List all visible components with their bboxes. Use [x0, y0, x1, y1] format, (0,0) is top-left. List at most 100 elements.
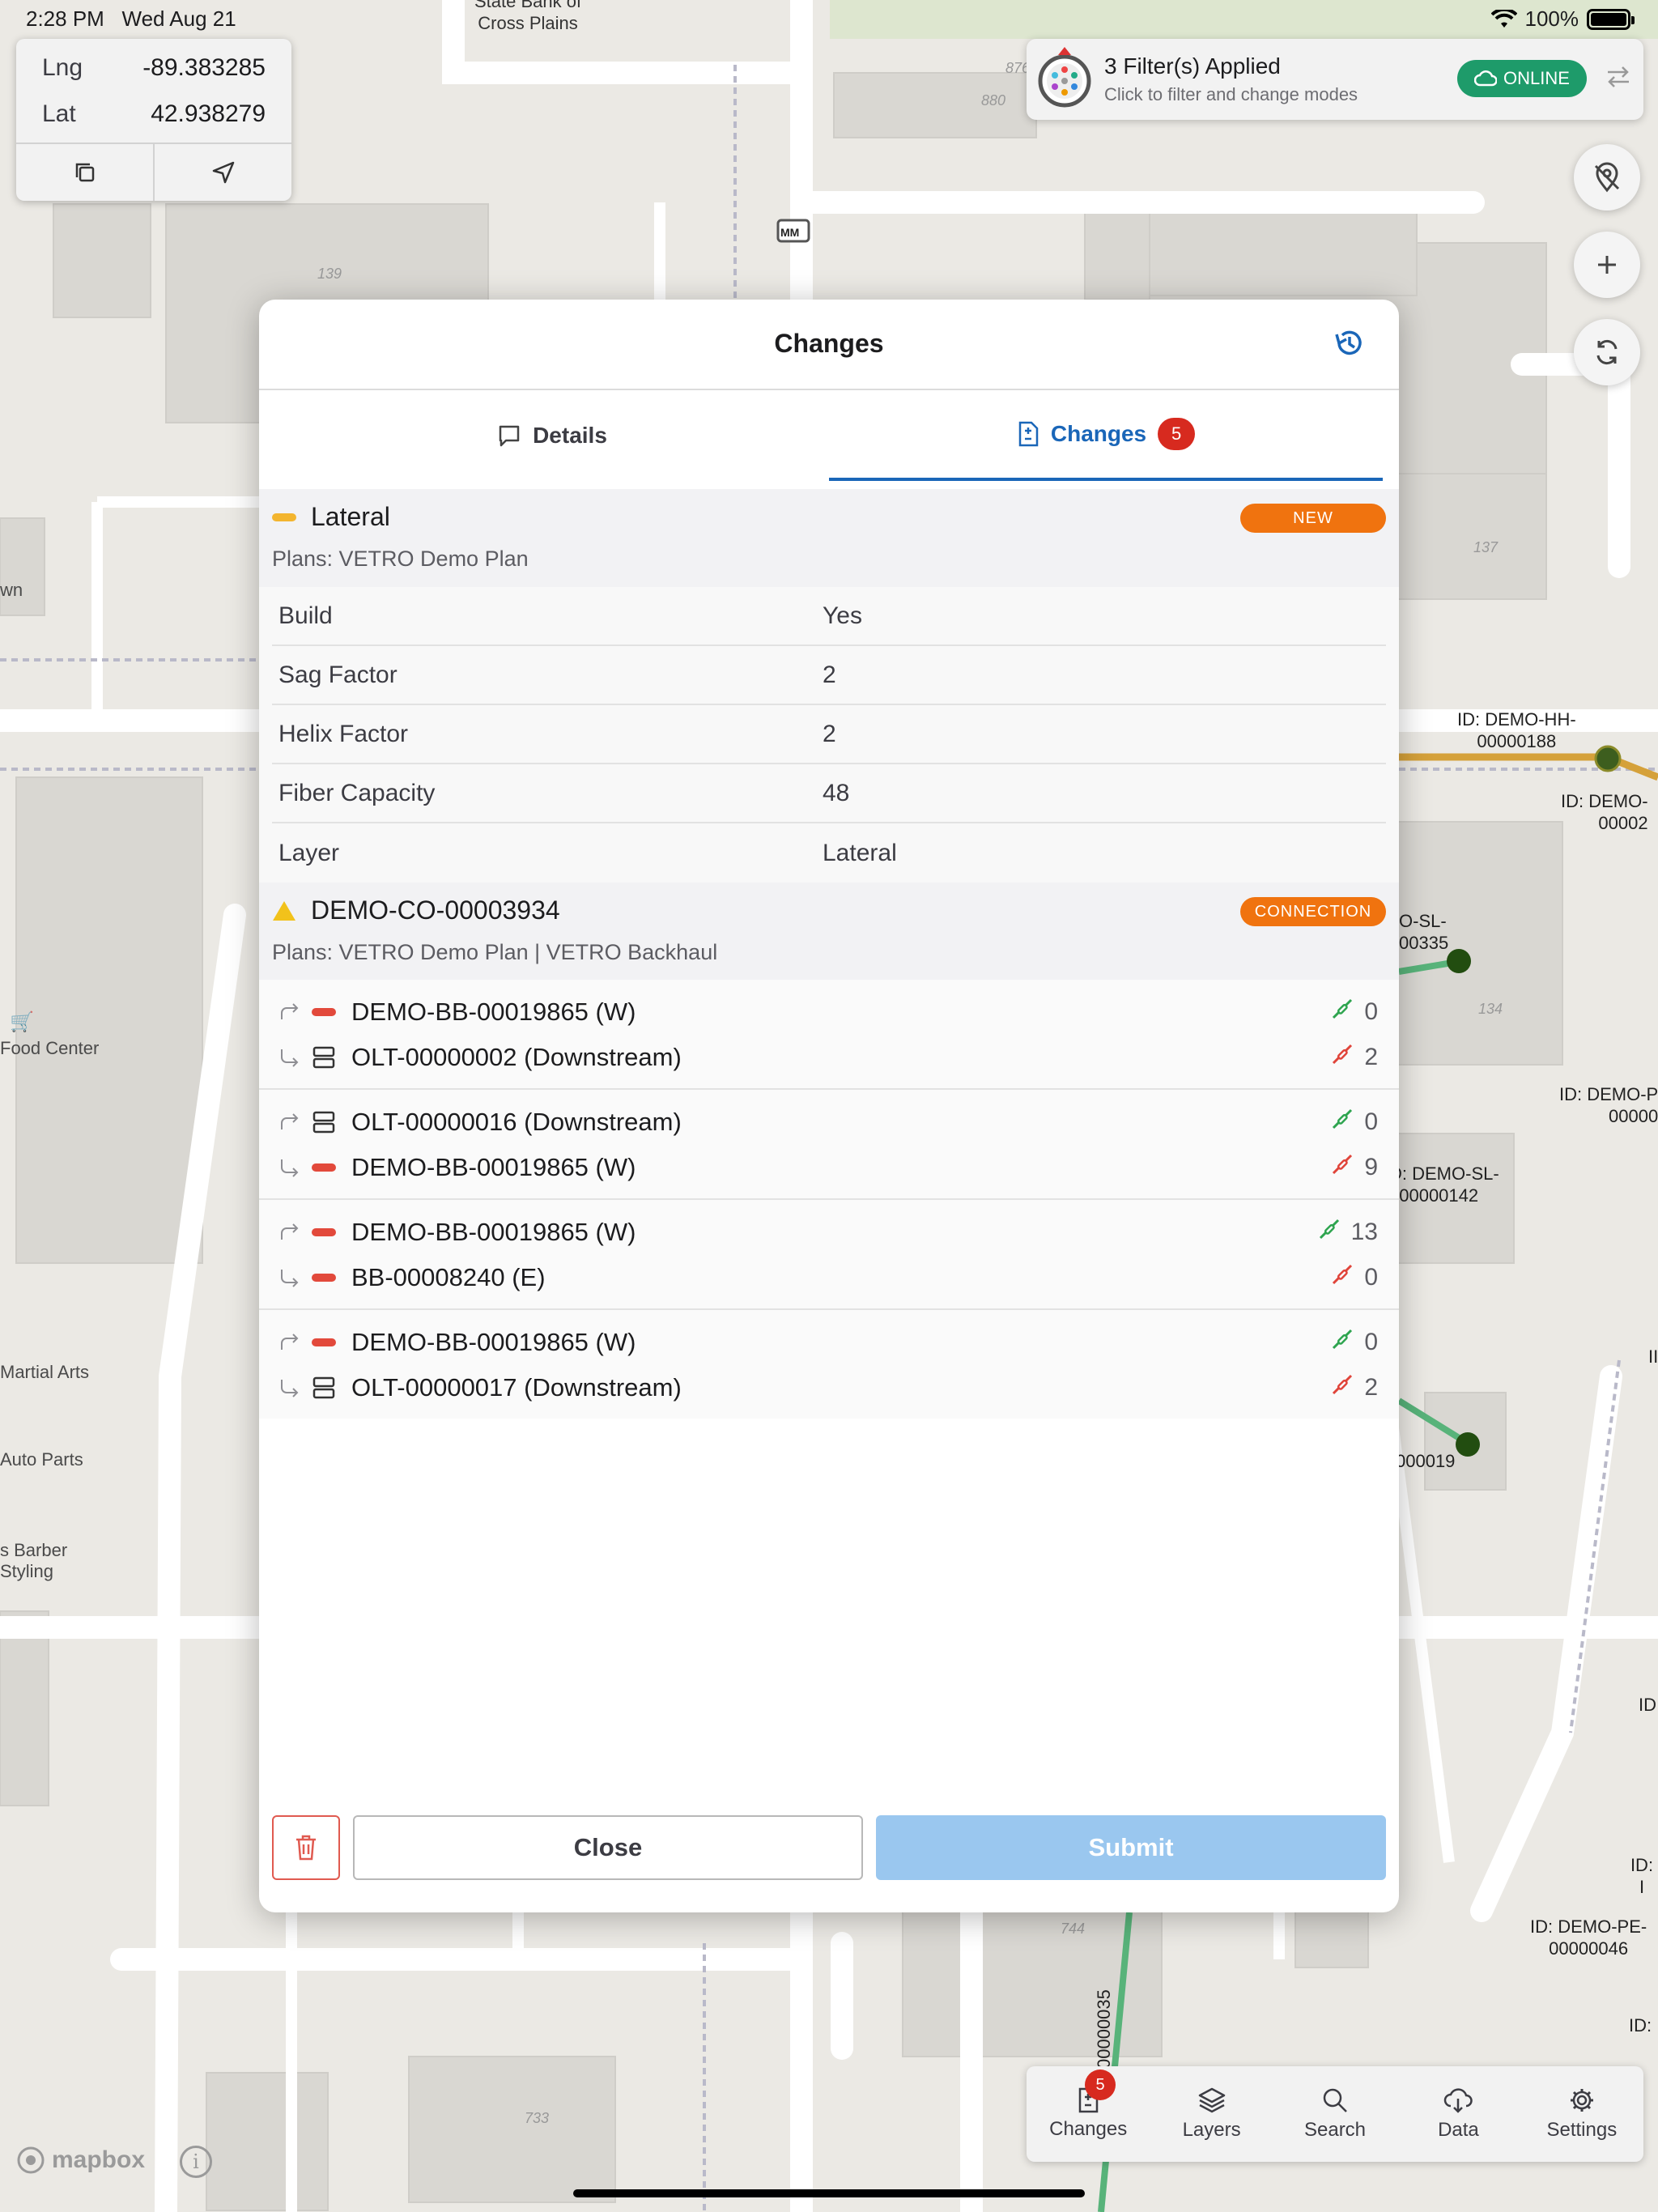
nav-changes[interactable]: Changes 5 — [1027, 2066, 1150, 2162]
mapbox-logo-icon — [17, 2146, 45, 2174]
change-item-lateral[interactable]: Lateral Plans: VETRO Demo Plan NEW — [259, 489, 1399, 587]
connection-tag: CONNECTION — [1240, 897, 1386, 926]
connection-to-row[interactable]: OLT-00000017 (Downstream) 2 — [272, 1365, 1386, 1410]
swap-mode-icon[interactable] — [1605, 63, 1632, 91]
splice-count-value: 0 — [1364, 1264, 1378, 1291]
splice-count-value: 0 — [1364, 1108, 1378, 1135]
cable-icon — [306, 1008, 342, 1016]
poi-food-center[interactable]: Food Center — [0, 1038, 99, 1059]
mapbox-attribution[interactable]: mapbox — [16, 2146, 145, 2175]
trash-icon — [296, 1835, 316, 1861]
map-label-sl335[interactable]: O-SL- 00335 — [1399, 910, 1448, 954]
map-label-demo-right1[interactable]: ID: DEMO- 00002 — [1561, 790, 1648, 834]
building-number-137: 137 — [1473, 539, 1499, 555]
map-label-id-short2[interactable]: ID: — [1629, 2014, 1652, 2036]
connection-to-row[interactable]: DEMO-BB-00019865 (W) 9 — [272, 1145, 1386, 1190]
connection-to-row[interactable]: BB-00008240 (E) 0 — [272, 1255, 1386, 1300]
arrow-to-icon — [274, 1158, 306, 1177]
poi-auto-parts[interactable]: Auto Parts — [0, 1449, 83, 1470]
connection-to-label: OLT-00000002 (Downstream) — [351, 1043, 682, 1071]
building-number-733: 733 — [525, 2110, 550, 2126]
property-row: Helix Factor 2 — [272, 705, 1386, 764]
hide-location-button[interactable] — [1574, 144, 1640, 211]
splice-count-value: 2 — [1364, 1374, 1378, 1401]
map-label-demo-pe[interactable]: ID: DEMO-P 00000 — [1559, 1083, 1658, 1127]
cable-icon — [306, 1338, 342, 1346]
connection-group[interactable]: DEMO-BB-00019865 (W) 0 OLT-00000002 (Downs… — [259, 980, 1399, 1090]
arrow-to-icon — [274, 1048, 306, 1067]
property-key: Sag Factor — [278, 661, 397, 688]
map-label-id-short1[interactable]: ID: I — [1626, 1854, 1658, 1898]
locate-button[interactable] — [153, 144, 291, 201]
tab-details[interactable]: Details — [275, 390, 829, 481]
nav-data-label: Data — [1438, 2119, 1479, 2141]
device-icon — [306, 1110, 342, 1134]
arrow-from-icon — [274, 1334, 306, 1351]
map-label-o019[interactable]: 000019 — [1396, 1450, 1455, 1472]
map-label-pe046[interactable]: ID: DEMO-PE- 00000046 — [1530, 1916, 1647, 1959]
online-status-badge[interactable]: ONLINE — [1457, 60, 1587, 97]
connection-from-label: OLT-00000016 (Downstream) — [351, 1108, 682, 1136]
poi-martial-arts[interactable]: Martial Arts — [0, 1362, 89, 1383]
close-button[interactable]: Close — [353, 1815, 863, 1880]
history-icon[interactable] — [1333, 327, 1365, 359]
connection-from-row[interactable]: DEMO-BB-00019865 (W) 13 — [272, 1210, 1386, 1255]
building-number-134: 134 — [1478, 1001, 1503, 1017]
location-off-icon — [1594, 162, 1620, 193]
submit-button[interactable]: Submit — [876, 1815, 1386, 1880]
zoom-in-button[interactable] — [1574, 232, 1640, 298]
cable-icon — [306, 1228, 342, 1236]
info-icon[interactable]: i — [180, 2146, 212, 2178]
changes-list: Lateral Plans: VETRO Demo Plan NEW Build… — [259, 489, 1399, 1419]
map-marker-mm: MM — [780, 226, 800, 239]
modal-tabs: Details Changes 5 — [259, 390, 1399, 481]
warning-triangle-icon — [273, 900, 295, 921]
comment-icon — [499, 425, 520, 447]
splice-green-icon — [1330, 1107, 1354, 1138]
property-key: Build — [278, 602, 333, 629]
map-label-id-short3[interactable]: ID — [1639, 1694, 1656, 1716]
new-tag: NEW — [1240, 504, 1386, 533]
property-value: 2 — [823, 720, 836, 747]
splice-red-icon — [1330, 1042, 1354, 1073]
connection-group[interactable]: OLT-00000016 (Downstream) 0 DEMO-BB-000198… — [259, 1090, 1399, 1200]
property-value: Lateral — [823, 839, 897, 866]
map-label-hh188[interactable]: ID: DEMO-HH- 00000188 — [1457, 708, 1576, 752]
nav-search[interactable]: Search — [1273, 2066, 1397, 2162]
property-row: Sag Factor 2 — [272, 646, 1386, 705]
building-number-880: 880 — [981, 92, 1006, 108]
connection-from-row[interactable]: DEMO-BB-00019865 (W) 0 — [272, 989, 1386, 1035]
nav-settings[interactable]: Settings — [1520, 2066, 1643, 2162]
app-logo-icon — [1038, 47, 1091, 108]
poi-barber[interactable]: s Barber Styling — [0, 1540, 67, 1582]
connection-to-row[interactable]: OLT-00000002 (Downstream) 2 — [272, 1035, 1386, 1080]
poi-town[interactable]: wn — [0, 580, 23, 601]
map-label-sl142[interactable]: D: DEMO-SL- 000000142 — [1389, 1163, 1499, 1206]
gear-icon — [1570, 2089, 1593, 2112]
filter-subtitle: Click to filter and change modes — [1104, 84, 1358, 104]
change-item-connection[interactable]: DEMO-CO-00003934 Plans: VETRO Demo Plan … — [259, 883, 1399, 980]
filter-bar[interactable]: 3 Filter(s) Applied Click to filter and … — [1027, 39, 1643, 120]
nav-layers[interactable]: Layers — [1150, 2066, 1273, 2162]
lateral-name: Lateral — [311, 502, 390, 531]
home-indicator[interactable] — [573, 2189, 1085, 2197]
connection-from-row[interactable]: DEMO-BB-00019865 (W) 0 — [272, 1320, 1386, 1365]
connection-group[interactable]: DEMO-BB-00019865 (W) 0 OLT-00000017 (Downs… — [259, 1310, 1399, 1419]
map-label-vertical-35[interactable]: 00000035 — [1093, 1989, 1115, 2069]
map-label-id-short4[interactable]: II — [1648, 1346, 1658, 1368]
device-icon — [306, 1045, 342, 1070]
splice-count: 0 — [1330, 1107, 1378, 1138]
connection-from-row[interactable]: OLT-00000016 (Downstream) 0 — [272, 1100, 1386, 1145]
tab-changes[interactable]: Changes 5 — [829, 390, 1383, 481]
filter-title: 3 Filter(s) Applied — [1104, 53, 1281, 79]
delete-button[interactable] — [272, 1815, 340, 1880]
property-row: Build Yes — [272, 587, 1386, 646]
refresh-button[interactable] — [1574, 319, 1640, 385]
copy-coordinates-button[interactable] — [16, 144, 153, 201]
arrow-from-icon — [274, 1113, 306, 1131]
nav-changes-label: Changes — [1049, 2118, 1128, 2140]
connection-group[interactable]: DEMO-BB-00019865 (W) 13 BB-00008240 (E) 0 — [259, 1200, 1399, 1310]
property-key: Helix Factor — [278, 720, 409, 747]
nav-data[interactable]: Data — [1397, 2066, 1520, 2162]
wifi-icon — [1490, 9, 1517, 28]
